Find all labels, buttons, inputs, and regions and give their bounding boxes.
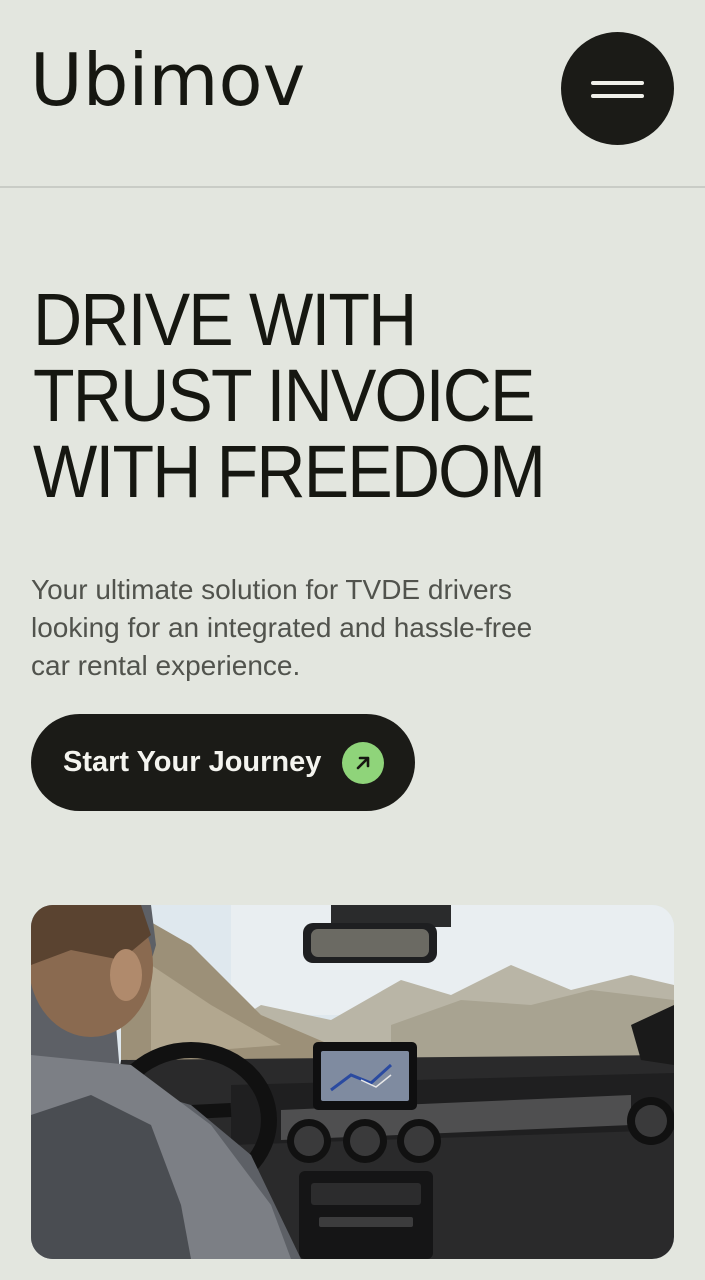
arrow-up-right-icon: [342, 742, 384, 784]
car-interior-image: [31, 905, 674, 1259]
brand-logo[interactable]: Ubimov: [30, 44, 305, 116]
hero-title: DRIVE WITH TRUST INVOICE WITH FREEDOM: [33, 278, 546, 513]
hamburger-menu-icon: [591, 81, 644, 85]
menu-button[interactable]: [561, 32, 674, 145]
start-journey-label: Start Your Journey: [63, 746, 322, 778]
site-header: Ubimov: [0, 0, 705, 188]
hamburger-menu-icon-line: [591, 94, 644, 98]
hero-subtitle: Your ultimate solution for TVDE drivers …: [31, 574, 533, 681]
start-journey-button[interactable]: Start Your Journey: [31, 714, 415, 811]
